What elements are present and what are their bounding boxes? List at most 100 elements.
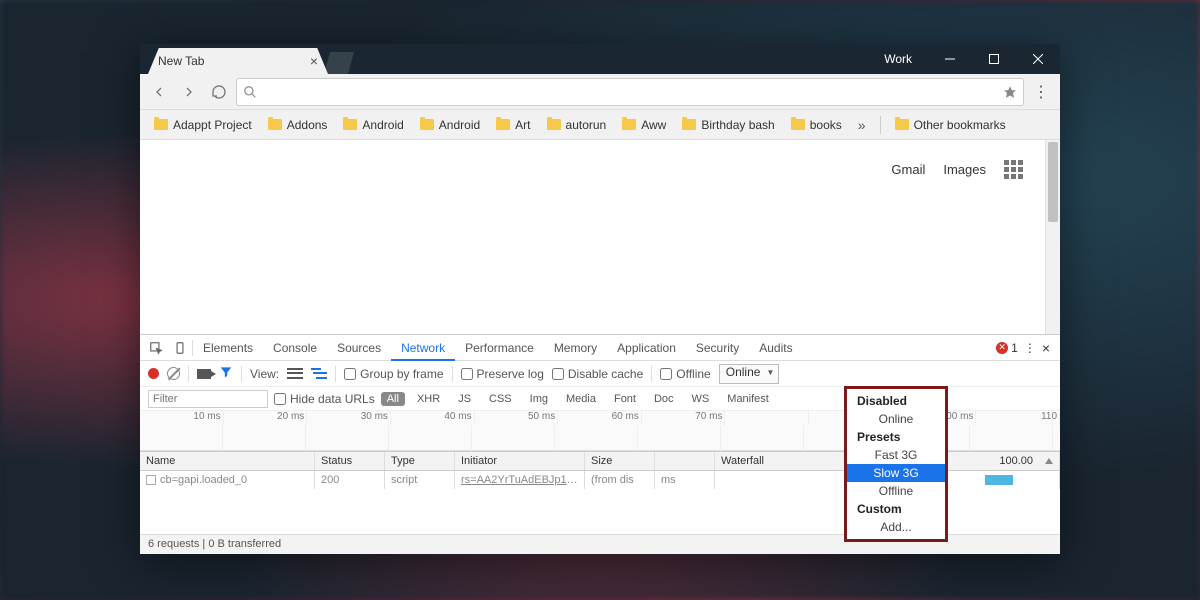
devtools-tabs: Elements Console Sources Network Perform…	[140, 335, 1060, 361]
device-toggle-icon[interactable]	[168, 336, 192, 360]
apps-grid-icon[interactable]	[1004, 160, 1023, 179]
row-checkbox[interactable]	[146, 475, 156, 485]
sort-ascending-icon	[1045, 458, 1053, 464]
bookmarks-bar: Adappt Project Addons Android Android Ar…	[140, 110, 1060, 140]
tab-console[interactable]: Console	[263, 335, 327, 361]
col-name[interactable]: Name	[140, 452, 315, 470]
page-content: Gmail Images	[140, 140, 1060, 334]
dropdown-item-fast3g[interactable]: Fast 3G	[847, 446, 945, 464]
tab-audits[interactable]: Audits	[749, 335, 802, 361]
tab-sources[interactable]: Sources	[327, 335, 391, 361]
record-button[interactable]	[148, 368, 159, 379]
images-link[interactable]: Images	[943, 162, 986, 177]
tab-elements[interactable]: Elements	[193, 335, 263, 361]
bookmark-folder[interactable]: Addons	[262, 115, 334, 135]
devtools-close-icon[interactable]: ×	[1042, 340, 1050, 356]
new-tab-button[interactable]	[324, 52, 354, 74]
col-size[interactable]: Size	[585, 452, 655, 470]
profile-badge[interactable]: Work	[868, 52, 928, 66]
tab-security[interactable]: Security	[686, 335, 749, 361]
dropdown-header: Presets	[847, 428, 945, 446]
devtools-panel: Elements Console Sources Network Perform…	[140, 334, 1060, 554]
filter-type-font[interactable]: Font	[608, 392, 642, 406]
tab-performance[interactable]: Performance	[455, 335, 544, 361]
col-initiator[interactable]: Initiator	[455, 452, 585, 470]
browser-tab[interactable]: New Tab ×	[148, 48, 328, 74]
ntp-top-links: Gmail Images	[891, 160, 1023, 179]
filter-toggle-icon[interactable]	[219, 365, 233, 382]
folder-icon	[268, 119, 282, 130]
scrollbar-thumb[interactable]	[1048, 142, 1058, 222]
other-bookmarks-button[interactable]: Other bookmarks	[889, 115, 1012, 135]
preserve-log-checkbox[interactable]: Preserve log	[461, 367, 544, 381]
bookmark-folder[interactable]: Birthday bash	[676, 115, 780, 135]
bookmark-folder[interactable]: Adappt Project	[148, 115, 258, 135]
close-window-button[interactable]	[1016, 44, 1060, 74]
filter-type-media[interactable]: Media	[560, 392, 602, 406]
error-badge[interactable]: ✕1	[996, 341, 1018, 355]
filter-type-ws[interactable]: WS	[686, 392, 716, 406]
bookmark-folder[interactable]: books	[785, 115, 848, 135]
bookmark-folder[interactable]: Art	[490, 115, 536, 135]
forward-button[interactable]	[176, 79, 202, 105]
dropdown-item-add[interactable]: Add...	[847, 518, 945, 536]
col-status[interactable]: Status	[315, 452, 385, 470]
disable-cache-checkbox[interactable]: Disable cache	[552, 367, 643, 381]
folder-icon	[154, 119, 168, 130]
back-button[interactable]	[146, 79, 172, 105]
network-toolbar: View: Group by frame Preserve log Disabl…	[140, 361, 1060, 387]
col-type[interactable]: Type	[385, 452, 455, 470]
filter-type-img[interactable]: Img	[524, 392, 554, 406]
dropdown-item-offline[interactable]: Offline	[847, 482, 945, 500]
omnibox[interactable]	[236, 78, 1024, 106]
devtools-menu-icon[interactable]: ⋮	[1024, 341, 1036, 355]
minimize-button[interactable]	[928, 44, 972, 74]
bookmark-star-icon[interactable]	[1003, 85, 1017, 99]
maximize-button[interactable]	[972, 44, 1016, 74]
folder-icon	[791, 119, 805, 130]
divider	[452, 366, 453, 382]
browser-menu-button[interactable]: ⋮	[1028, 82, 1054, 102]
bookmark-folder[interactable]: Aww	[616, 115, 672, 135]
tab-memory[interactable]: Memory	[544, 335, 607, 361]
dropdown-item-online[interactable]: Online	[847, 410, 945, 428]
reload-button[interactable]	[206, 79, 232, 105]
filter-type-xhr[interactable]: XHR	[411, 392, 446, 406]
url-input[interactable]	[263, 84, 999, 99]
scrollbar[interactable]	[1045, 140, 1060, 334]
address-bar: ⋮	[140, 74, 1060, 110]
bookmark-folder[interactable]: Android	[414, 115, 486, 135]
inspect-element-icon[interactable]	[144, 336, 168, 360]
tab-application[interactable]: Application	[607, 335, 686, 361]
filter-input[interactable]	[148, 390, 268, 408]
bookmark-folder[interactable]: Android	[337, 115, 409, 135]
filter-type-js[interactable]: JS	[452, 392, 477, 406]
filter-type-doc[interactable]: Doc	[648, 392, 680, 406]
clear-button[interactable]	[167, 367, 180, 380]
tab-network[interactable]: Network	[391, 335, 455, 361]
bookmarks-overflow-button[interactable]: »	[852, 117, 872, 133]
hide-data-urls-checkbox[interactable]: Hide data URLs	[274, 392, 375, 406]
screenshot-icon[interactable]	[197, 369, 211, 379]
dropdown-item-slow3g[interactable]: Slow 3G	[847, 464, 945, 482]
divider	[335, 366, 336, 382]
view-list-icon[interactable]	[287, 367, 303, 381]
search-icon	[243, 85, 257, 99]
filter-type-manifest[interactable]: Manifest	[721, 392, 775, 406]
bookmark-folder[interactable]: autorun	[541, 115, 613, 135]
folder-icon	[895, 119, 909, 130]
throttling-select[interactable]: Online	[719, 364, 780, 384]
col-time[interactable]	[655, 452, 715, 470]
close-tab-icon[interactable]: ×	[310, 53, 318, 69]
gmail-link[interactable]: Gmail	[891, 162, 925, 177]
filter-type-all[interactable]: All	[381, 392, 405, 406]
group-by-frame-checkbox[interactable]: Group by frame	[344, 367, 443, 381]
view-waterfall-icon[interactable]	[311, 367, 327, 381]
dropdown-header: Disabled	[847, 392, 945, 410]
error-icon: ✕	[996, 342, 1008, 354]
folder-icon	[622, 119, 636, 130]
offline-checkbox[interactable]: Offline	[660, 367, 710, 381]
throttling-dropdown: Disabled Online Presets Fast 3G Slow 3G …	[844, 386, 948, 542]
filter-type-css[interactable]: CSS	[483, 392, 518, 406]
waterfall-bar	[985, 475, 1013, 485]
